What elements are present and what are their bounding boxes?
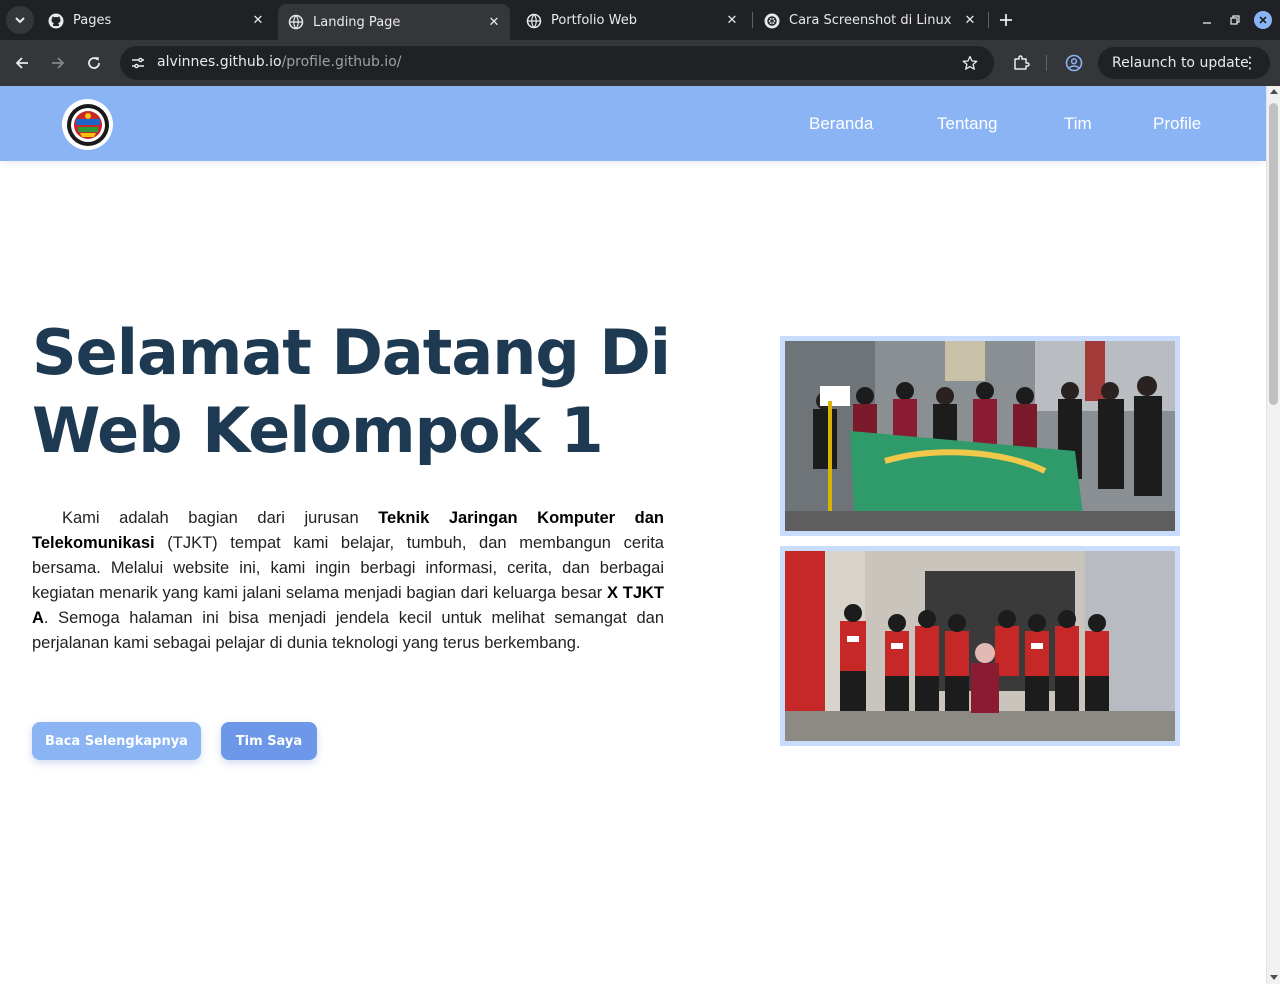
globe-icon: [526, 13, 542, 29]
tab-search-button[interactable]: [6, 6, 34, 34]
close-tab-icon[interactable]: ✕: [484, 12, 504, 32]
maximize-button[interactable]: [1225, 10, 1245, 30]
new-tab-button[interactable]: [994, 8, 1018, 32]
globe-icon: [288, 14, 304, 30]
minimize-icon: [1203, 22, 1211, 24]
bookmark-star-icon[interactable]: [960, 53, 980, 73]
tab-separator: [752, 12, 753, 28]
close-tab-icon[interactable]: ✕: [722, 11, 742, 31]
tab-cara-screenshot[interactable]: Cara Screenshot di Linux ✕: [754, 5, 986, 36]
chatgpt-icon: [764, 13, 780, 29]
url-text: alvinnes.github.io/profile.github.io/: [157, 54, 401, 70]
tab-separator: [988, 12, 989, 28]
carnival-group-photo: [785, 341, 1175, 531]
close-icon: [1259, 16, 1267, 24]
restore-icon: [1230, 15, 1240, 25]
browser-toolbar: alvinnes.github.io/profile.github.io/ Re…: [0, 40, 1280, 86]
hero-description: Kami adalah bagian dari jurusan Teknik J…: [32, 506, 664, 656]
url-host: alvinnes.github.io: [157, 54, 282, 70]
tab-landing-page[interactable]: Landing Page ✕: [278, 4, 510, 40]
relaunch-label: Relaunch to update: [1112, 55, 1249, 71]
site-info-icon[interactable]: [128, 53, 148, 73]
relaunch-button[interactable]: Relaunch to update ⋮: [1098, 47, 1270, 79]
tab-title: Landing Page: [313, 14, 401, 30]
read-more-button[interactable]: Baca Selengkapnya: [32, 722, 201, 760]
scrollbar-thumb[interactable]: [1269, 103, 1278, 405]
hero-title: Selamat Datang Di Web Kelompok 1: [32, 314, 712, 470]
close-window-button[interactable]: [1254, 11, 1272, 29]
toolbar-separator: [1046, 55, 1047, 71]
nav-link-tentang[interactable]: Tentang: [937, 114, 998, 134]
forward-button[interactable]: [44, 49, 72, 77]
tab-strip: Pages ✕ Landing Page ✕ Portfolio Web ✕ C…: [0, 0, 1280, 40]
account-icon: [1065, 54, 1083, 72]
school-emblem-icon: [66, 103, 109, 146]
scroll-up-arrow-icon[interactable]: [1270, 89, 1278, 94]
minimize-button[interactable]: [1197, 10, 1217, 30]
chevron-down-icon: [15, 17, 25, 24]
arrow-right-icon: [52, 57, 65, 69]
more-vert-icon[interactable]: ⋮: [1242, 53, 1258, 72]
hero-text-part-1: Kami adalah bagian dari jurusan: [62, 509, 379, 527]
school-logo[interactable]: [62, 99, 113, 150]
extensions-button[interactable]: [1007, 49, 1035, 77]
my-team-button[interactable]: Tim Saya: [221, 722, 317, 760]
nav-link-profile[interactable]: Profile: [1153, 114, 1201, 134]
puzzle-icon: [1014, 55, 1030, 70]
reload-button[interactable]: [80, 49, 108, 77]
hero-title-line-2: Web Kelompok 1: [32, 394, 604, 467]
arrow-left-icon: [15, 57, 28, 69]
photo-frame-carnival: [780, 336, 1180, 536]
reload-icon: [88, 57, 100, 69]
url-path: /profile.github.io/: [281, 54, 402, 70]
photo-frame-team: [780, 546, 1180, 746]
close-tab-icon[interactable]: ✕: [960, 11, 980, 31]
scroll-down-arrow-icon[interactable]: [1270, 975, 1278, 980]
page-scrollbar[interactable]: [1266, 86, 1280, 984]
nav-link-tim[interactable]: Tim: [1064, 114, 1092, 134]
hero-title-line-1: Selamat Datang Di: [32, 316, 671, 389]
hero-text-part-3: . Semoga halaman ini bisa menjadi jendel…: [32, 609, 664, 652]
plus-icon: [1000, 14, 1012, 26]
tab-title: Cara Screenshot di Linux: [789, 13, 952, 28]
address-bar[interactable]: alvinnes.github.io/profile.github.io/: [120, 46, 994, 80]
tab-title: Portfolio Web: [551, 13, 637, 28]
tab-pages[interactable]: Pages ✕: [38, 5, 274, 36]
team-group-photo: [785, 551, 1175, 741]
tab-portfolio-web[interactable]: Portfolio Web ✕: [516, 5, 748, 36]
close-tab-icon[interactable]: ✕: [248, 11, 268, 31]
back-button[interactable]: [8, 49, 36, 77]
github-icon: [48, 13, 64, 29]
page-viewport: Beranda Tentang Tim Profile Selamat Data…: [0, 86, 1266, 984]
nav-link-beranda[interactable]: Beranda: [809, 114, 873, 134]
profile-button[interactable]: [1060, 49, 1088, 77]
site-navbar: Beranda Tentang Tim Profile: [0, 86, 1266, 161]
tab-title: Pages: [73, 13, 112, 28]
